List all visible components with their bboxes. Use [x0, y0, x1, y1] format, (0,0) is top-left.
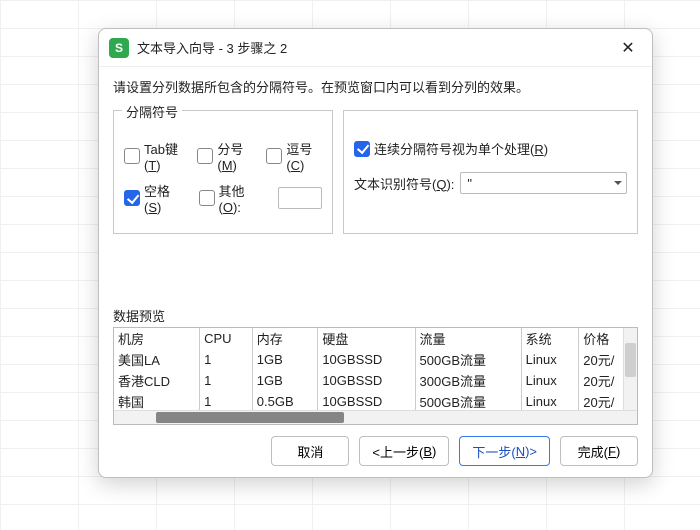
- label: 连续分隔符号视为单个处理(R): [374, 139, 548, 158]
- delimiter-fieldset: 分隔符号 Tab键(T) 分号(M) 逗号(C): [113, 110, 333, 234]
- button-bar: 取消 <上一步(B) 下一步(N)> 完成(F): [99, 425, 652, 477]
- checkbox-icon: [197, 148, 213, 164]
- table-cell: Linux: [521, 349, 579, 370]
- delimiter-semicolon[interactable]: 分号(M): [197, 139, 254, 173]
- label: 其他(O):: [219, 181, 267, 215]
- table-cell: 1: [200, 391, 253, 412]
- scroll-thumb[interactable]: [625, 343, 636, 377]
- table-header-cell: 系统: [521, 328, 579, 349]
- checkbox-icon: [124, 190, 140, 206]
- label: Tab键(T): [144, 139, 185, 173]
- options-fieldset: 连续分隔符号视为单个处理(R) 文本识别符号(Q): ": [343, 110, 638, 234]
- table-header-cell: 内存: [252, 328, 318, 349]
- delimiter-space[interactable]: 空格(S): [124, 181, 187, 215]
- titlebar: S 文本导入向导 - 3 步骤之 2 ✕: [99, 29, 652, 67]
- close-icon: ✕: [621, 38, 634, 58]
- app-icon: S: [109, 38, 129, 58]
- text-qualifier-label: 文本识别符号(Q):: [354, 174, 454, 193]
- table-row: 美国LA11GB10GBSSD500GB流量Linux20元/: [114, 349, 637, 370]
- table-header-cell: 硬盘: [318, 328, 415, 349]
- table-cell: 1GB: [252, 349, 318, 370]
- table-header-row: 机房CPU内存硬盘流量系统价格: [114, 328, 637, 349]
- finish-button[interactable]: 完成(F): [560, 436, 638, 466]
- table-row: 韩国10.5GB10GBSSD500GB流量Linux20元/: [114, 391, 637, 412]
- table-cell: 500GB流量: [415, 349, 521, 370]
- table-header-cell: 机房: [114, 328, 200, 349]
- delimiter-legend: 分隔符号: [122, 102, 182, 121]
- table-cell: 10GBSSD: [318, 370, 415, 391]
- delimiter-other-input[interactable]: [278, 187, 322, 209]
- checkbox-icon: [124, 148, 140, 164]
- table-row: 香港CLD11GB10GBSSD300GB流量Linux20元/: [114, 370, 637, 391]
- table-cell: 1: [200, 349, 253, 370]
- vertical-scrollbar[interactable]: [623, 328, 637, 410]
- chevron-down-icon: [614, 181, 622, 185]
- table-cell: 1GB: [252, 370, 318, 391]
- back-button[interactable]: <上一步(B): [359, 436, 449, 466]
- label: 分号(M): [217, 139, 254, 173]
- checkbox-icon: [199, 190, 215, 206]
- label: 空格(S): [144, 181, 187, 215]
- instruction-text: 请设置分列数据所包含的分隔符号。在预览窗口内可以看到分列的效果。: [113, 77, 638, 96]
- cancel-button[interactable]: 取消: [271, 436, 349, 466]
- preview-table: 机房CPU内存硬盘流量系统价格美国LA11GB10GBSSD500GB流量Lin…: [114, 328, 637, 412]
- table-cell: 香港CLD: [114, 370, 200, 391]
- table-cell: 美国LA: [114, 349, 200, 370]
- delimiter-other[interactable]: 其他(O):: [199, 181, 267, 215]
- scroll-thumb[interactable]: [156, 412, 344, 423]
- preview-label: 数据预览: [113, 306, 638, 325]
- close-button[interactable]: ✕: [614, 34, 642, 62]
- treat-consecutive-checkbox[interactable]: 连续分隔符号视为单个处理(R): [354, 139, 548, 158]
- next-button[interactable]: 下一步(N)>: [459, 436, 550, 466]
- table-cell: 500GB流量: [415, 391, 521, 412]
- table-cell: Linux: [521, 370, 579, 391]
- table-cell: 韩国: [114, 391, 200, 412]
- table-cell: 0.5GB: [252, 391, 318, 412]
- text-qualifier-select[interactable]: ": [460, 172, 627, 194]
- delimiter-comma[interactable]: 逗号(C): [266, 139, 322, 173]
- label: 逗号(C): [286, 139, 322, 173]
- table-cell: 10GBSSD: [318, 391, 415, 412]
- checkbox-icon: [354, 141, 370, 157]
- preview-box: 机房CPU内存硬盘流量系统价格美国LA11GB10GBSSD500GB流量Lin…: [113, 327, 638, 425]
- text-qualifier-value: ": [467, 176, 472, 191]
- table-cell: Linux: [521, 391, 579, 412]
- horizontal-scrollbar[interactable]: [114, 410, 637, 424]
- table-header-cell: CPU: [200, 328, 253, 349]
- table-cell: 1: [200, 370, 253, 391]
- table-cell: 300GB流量: [415, 370, 521, 391]
- checkbox-icon: [266, 148, 282, 164]
- table-header-cell: 流量: [415, 328, 521, 349]
- delimiter-tab[interactable]: Tab键(T): [124, 139, 185, 173]
- dialog-content: 请设置分列数据所包含的分隔符号。在预览窗口内可以看到分列的效果。 分隔符号 Ta…: [99, 67, 652, 425]
- table-cell: 10GBSSD: [318, 349, 415, 370]
- text-import-wizard-dialog: S 文本导入向导 - 3 步骤之 2 ✕ 请设置分列数据所包含的分隔符号。在预览…: [98, 28, 653, 478]
- window-title: 文本导入向导 - 3 步骤之 2: [137, 38, 614, 57]
